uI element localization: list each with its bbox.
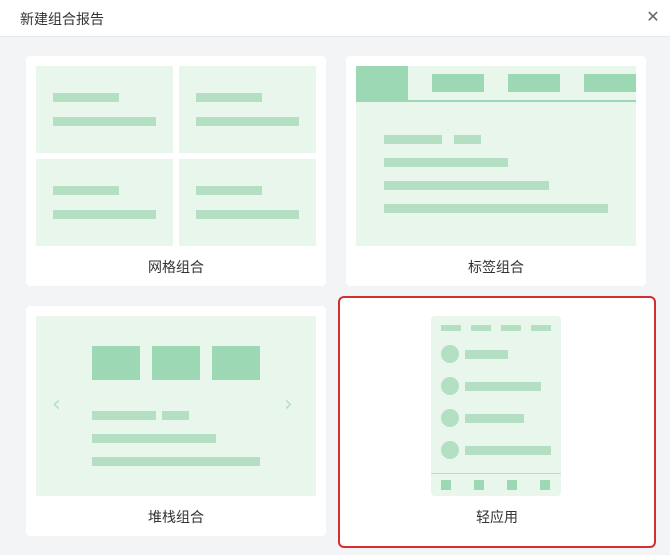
light-app-bar <box>465 382 541 391</box>
grid-bar <box>53 210 156 219</box>
stack-bar <box>92 411 156 420</box>
grid-bar <box>196 117 299 126</box>
active-tab <box>356 66 408 101</box>
grid-preview <box>36 66 316 246</box>
option-tab-composite[interactable]: 标签组合 <box>346 56 646 286</box>
avatar-dot <box>441 441 459 459</box>
bottom-nav-dot <box>441 480 451 490</box>
close-icon[interactable]: ✕ <box>644 8 662 26</box>
grid-cell <box>179 159 316 246</box>
bottom-nav-dot <box>474 480 484 490</box>
light-app-divider <box>431 473 561 474</box>
chevron-right-icon[interactable]: › <box>284 394 298 416</box>
bottom-nav-dot <box>507 480 517 490</box>
light-app-topbar <box>531 325 551 331</box>
dialog-title: 新建组合报告 <box>20 12 104 28</box>
grid-bar <box>53 186 119 195</box>
option-label: 网格组合 <box>148 260 204 276</box>
option-stack-composite[interactable]: ‹ › 堆栈组合 <box>26 306 326 536</box>
stack-bar <box>92 434 216 443</box>
stack-bar <box>92 457 260 466</box>
light-app-preview <box>431 316 561 496</box>
option-label: 标签组合 <box>468 260 524 276</box>
stack-block <box>212 346 260 380</box>
light-app-topbar <box>441 325 461 331</box>
tab <box>508 74 560 92</box>
option-grid-composite[interactable]: 网格组合 <box>26 56 326 286</box>
tab-underline <box>356 100 636 102</box>
dialog-header: 新建组合报告 ✕ <box>0 0 670 37</box>
avatar-dot <box>441 409 459 427</box>
light-app-topbar <box>501 325 521 331</box>
stack-preview: ‹ › <box>36 316 316 496</box>
tab-bar <box>384 135 442 144</box>
chevron-left-icon[interactable]: ‹ <box>52 394 66 416</box>
tab <box>584 74 636 92</box>
bottom-nav-dot <box>540 480 550 490</box>
option-light-app[interactable]: 轻应用 <box>338 296 656 548</box>
tab <box>432 74 484 92</box>
grid-bar <box>196 186 262 195</box>
grid-bar <box>196 93 262 102</box>
light-app-topbar <box>471 325 491 331</box>
new-composite-report-dialog: 新建组合报告 ✕ 网格组合 标签组合 ‹ › 堆栈组合 轻应用 <box>0 0 670 555</box>
light-app-bar <box>465 350 508 359</box>
tab-bar <box>384 158 508 167</box>
tab-bar <box>454 135 481 144</box>
grid-bar <box>53 117 156 126</box>
option-label: 轻应用 <box>476 510 518 526</box>
grid-cell <box>36 159 173 246</box>
stack-block <box>152 346 200 380</box>
grid-cell <box>179 66 316 153</box>
avatar-dot <box>441 345 459 363</box>
grid-bar <box>196 210 299 219</box>
light-app-bar <box>465 446 551 455</box>
grid-bar <box>53 93 119 102</box>
tab-bar <box>384 181 549 190</box>
grid-cell <box>36 66 173 153</box>
stack-bar <box>162 411 189 420</box>
light-app-bar <box>465 414 524 423</box>
tab-bar <box>384 204 608 213</box>
stack-block <box>92 346 140 380</box>
tab-preview <box>356 66 636 246</box>
option-label: 堆栈组合 <box>148 510 204 526</box>
avatar-dot <box>441 377 459 395</box>
